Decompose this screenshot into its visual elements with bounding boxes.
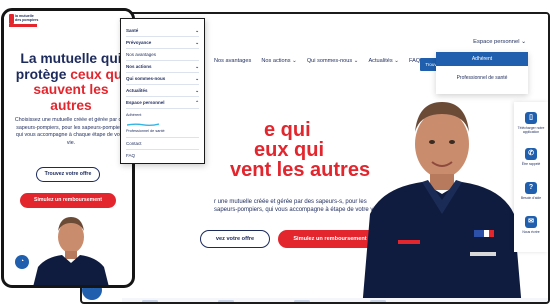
menu-item-actualites[interactable]: Actualités ⌄ bbox=[126, 88, 199, 93]
menu-item-avantages-label: Nos avantages bbox=[126, 52, 157, 57]
menu-divider bbox=[126, 60, 199, 61]
logo-bar bbox=[9, 24, 37, 27]
mobile-hero-title: La mutuelle qui protège ceux qui sauvent… bbox=[12, 51, 130, 113]
menu-item-adherent-label: Adhérent bbox=[126, 113, 142, 117]
side-item-app[interactable]: ▯ Télécharger notre application bbox=[514, 112, 548, 134]
nav-link-actions[interactable]: Nos actions ⌄ bbox=[261, 58, 296, 64]
mobile-find-offer-button[interactable]: Trouvez votre offre bbox=[36, 167, 100, 182]
hero-title-line3: vent les autres bbox=[230, 159, 371, 181]
menu-item-contact-label: Contact bbox=[126, 141, 142, 146]
help-icon: ? bbox=[525, 182, 537, 194]
chevron-down-icon: ⌄ bbox=[394, 58, 399, 64]
menu-item-contact[interactable]: Contact bbox=[126, 141, 199, 146]
espace-personnel-menu[interactable]: Espace personnel ⌄ bbox=[473, 39, 526, 45]
dropdown-item-professionnel[interactable]: Professionnel de santé bbox=[436, 66, 528, 81]
logo-mark bbox=[9, 14, 14, 24]
menu-item-actions[interactable]: Nos actions ⌄ bbox=[126, 64, 199, 69]
menu-item-actualites-label: Actualités bbox=[126, 88, 148, 93]
espace-personnel-label: Espace personnel bbox=[473, 39, 520, 45]
find-offer-button[interactable]: vez votre offre bbox=[200, 230, 270, 248]
mail-icon: ✉ bbox=[525, 216, 537, 228]
bottom-card-1 bbox=[142, 300, 158, 302]
showcase-scene: Nos avantages Nos actions ⌄ Qui sommes-n… bbox=[0, 0, 554, 308]
chevron-down-icon: ⌄ bbox=[195, 40, 199, 45]
hero-title-line2: eux qui bbox=[254, 139, 325, 161]
menu-divider bbox=[126, 137, 199, 138]
menu-item-actions-label: Nos actions bbox=[126, 64, 152, 69]
menu-item-professionnel-label: Professionnel de santé bbox=[126, 129, 165, 133]
menu-item-qui-label: Qui sommes-nous bbox=[126, 76, 166, 81]
menu-item-faq[interactable]: FAQ bbox=[126, 153, 199, 158]
chevron-down-icon: ⌄ bbox=[195, 28, 199, 33]
menu-divider bbox=[126, 149, 199, 150]
menu-item-faq-label: FAQ bbox=[126, 153, 136, 158]
chevron-down-icon: ⌄ bbox=[353, 58, 359, 64]
chevron-up-icon: ⌃ bbox=[195, 100, 199, 105]
mutuelle-logo[interactable]: la mutuelle des pompiers bbox=[9, 14, 39, 28]
nav-link-actions-label: Nos actions bbox=[261, 58, 291, 64]
phone-icon: ▯ bbox=[525, 112, 537, 124]
menu-divider bbox=[126, 36, 199, 37]
hero-title-line1: e qui bbox=[264, 119, 311, 141]
menu-item-prevoyance-label: Prévoyance bbox=[126, 40, 152, 45]
call-icon: ✆ bbox=[525, 148, 537, 160]
mobile-simulate-refund-button[interactable]: Simulez un remboursement bbox=[20, 193, 116, 208]
menu-divider bbox=[126, 72, 199, 73]
side-item-app-label: Télécharger notre application bbox=[517, 126, 545, 134]
menu-item-espace-label: Espace personnel bbox=[126, 100, 165, 105]
menu-item-avantages[interactable]: Nos avantages bbox=[126, 52, 199, 57]
desktop-nav-links: Nos avantages Nos actions ⌄ Qui sommes-n… bbox=[214, 58, 420, 64]
side-item-callback[interactable]: ✆ Être rappelé bbox=[514, 148, 548, 166]
bottom-card-4 bbox=[370, 300, 386, 302]
menu-item-adherent[interactable]: Adhérent bbox=[126, 113, 199, 117]
menu-item-sante-label: Santé bbox=[126, 28, 139, 33]
menu-item-professionnel[interactable]: Professionnel de santé bbox=[126, 129, 199, 133]
desktop-bottom-cards bbox=[142, 300, 386, 302]
chevron-down-icon: ⌄ bbox=[195, 88, 199, 93]
chat-bubble-icon[interactable]: ◔ bbox=[15, 255, 29, 269]
menu-divider bbox=[126, 48, 199, 49]
contact-side-panel: ▯ Télécharger notre application ✆ Être r… bbox=[514, 102, 548, 252]
nav-link-actualites-label: Actualités bbox=[368, 58, 393, 64]
mobile-header: la mutuelle des pompiers ≡ bbox=[4, 11, 132, 31]
chevron-down-icon: ⌄ bbox=[292, 58, 297, 64]
menu-divider bbox=[126, 108, 199, 109]
chevron-down-icon: ⌄ bbox=[195, 76, 199, 81]
nav-link-qui-label: Qui sommes-nous bbox=[306, 58, 353, 64]
bottom-card-2 bbox=[218, 300, 234, 302]
firefighter-photo bbox=[362, 102, 522, 302]
chevron-down-icon: ⌄ bbox=[195, 64, 199, 69]
menu-item-sante[interactable]: Santé ⌄ bbox=[126, 28, 199, 33]
chevron-down-icon: ⌄ bbox=[521, 39, 526, 45]
logo-text-line2: des pompiers bbox=[15, 18, 39, 22]
menu-item-qui-sommes-nous[interactable]: Qui sommes-nous ⌄ bbox=[126, 76, 199, 81]
highlight-scribble bbox=[127, 123, 159, 126]
side-item-callback-label: Être rappelé bbox=[521, 162, 541, 166]
mobile-firefighter-photo bbox=[33, 217, 109, 285]
menu-divider bbox=[126, 84, 199, 85]
side-item-help[interactable]: ? Besoin d'aide bbox=[514, 182, 548, 200]
dropdown-item-adherent[interactable]: Adhérent bbox=[436, 52, 528, 66]
mobile-phone-mockup: la mutuelle des pompiers ≡ La mutuelle q… bbox=[1, 8, 135, 288]
nav-link-faq[interactable]: FAQ bbox=[409, 58, 420, 64]
menu-divider bbox=[126, 96, 199, 97]
nav-link-qui-sommes-nous[interactable]: Qui sommes-nous ⌄ bbox=[307, 58, 359, 64]
side-item-mail-label: Nous écrire bbox=[522, 230, 540, 234]
nav-link-actualites[interactable]: Actualités ⌄ bbox=[368, 58, 399, 64]
nav-link-avantages[interactable]: Nos avantages bbox=[214, 58, 251, 64]
side-item-mail[interactable]: ✉ Nous écrire bbox=[514, 216, 548, 234]
menu-item-espace-personnel[interactable]: Espace personnel ⌃ bbox=[126, 100, 199, 105]
side-item-help-label: Besoin d'aide bbox=[520, 196, 542, 200]
mobile-hero-text: Choisissez une mutuelle créée et gérée p… bbox=[14, 117, 128, 146]
bottom-card-3 bbox=[294, 300, 310, 302]
menu-item-prevoyance[interactable]: Prévoyance ⌄ bbox=[126, 40, 199, 45]
mobile-nav-menu: Santé ⌄ Prévoyance ⌄ Nos avantages Nos act… bbox=[120, 18, 205, 164]
